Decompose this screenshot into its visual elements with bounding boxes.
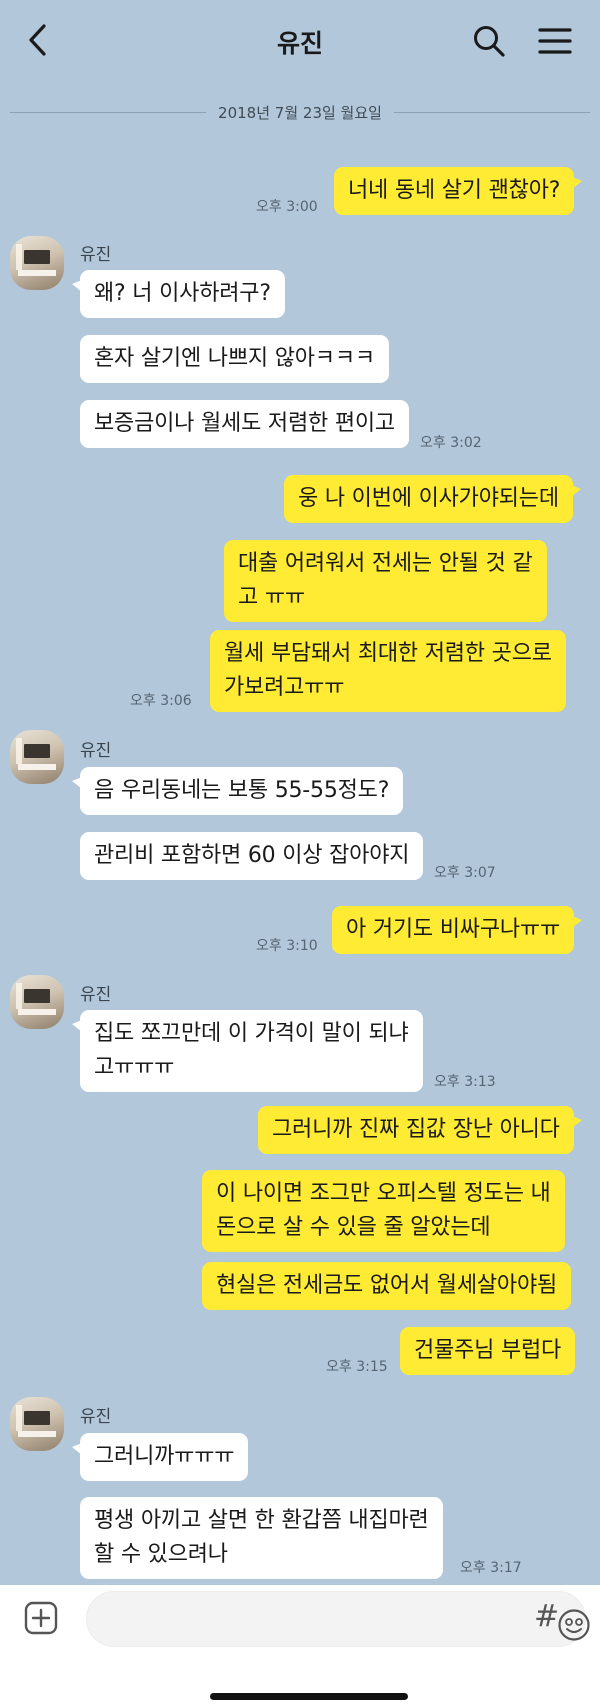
sender-name: 유진 [80, 985, 112, 1005]
message-time: 오후 3:17 [460, 1560, 522, 1576]
my-message-bubble[interactable]: 웅 나 이번에 이사가야되는데 [284, 475, 581, 523]
message-time: 오후 3:13 [434, 1074, 496, 1090]
hashtag-search-button[interactable]: # [534, 1599, 559, 1634]
avatar-photo-detail [16, 983, 22, 1009]
my-message-bubble[interactable]: 너네 동네 살기 괜찮아? [334, 167, 583, 215]
sender-name: 유진 [80, 245, 112, 265]
my-message-bubble[interactable]: 아 거기도 비싸구나ㅠㅠ [332, 906, 582, 954]
chat-header: 유진 [0, 0, 600, 80]
sender-name: 유진 [80, 741, 112, 761]
search-icon[interactable] [472, 24, 506, 58]
message-time: 오후 3:10 [256, 938, 318, 954]
avatar-photo-detail [18, 764, 56, 770]
date-divider-label: 2018년 7월 23일 월요일 [218, 103, 382, 122]
avatar-photo-detail [24, 1411, 50, 1425]
contact-avatar[interactable] [10, 236, 64, 290]
contact-avatar[interactable] [10, 730, 64, 784]
message-input-bar: # [0, 1585, 600, 1707]
avatar-photo-detail [24, 744, 50, 758]
their-message-bubble[interactable]: 음 우리동네는 보통 55-55정도? [71, 767, 404, 815]
avatar-photo-detail [24, 989, 50, 1003]
my-message-bubble[interactable]: 이 나이면 조그만 오피스텔 정도는 내 돈으로 살 수 있을 줄 알았는데 [202, 1170, 565, 1252]
their-message-bubble[interactable]: 평생 아끼고 살면 한 환갑쯤 내집마련 할 수 있으려나 [80, 1497, 443, 1579]
their-message-bubble[interactable]: 혼자 살기엔 나쁘지 않아ㅋㅋㅋ [80, 335, 389, 383]
home-indicator[interactable] [210, 1693, 408, 1700]
their-message-bubble[interactable]: 관리비 포함하면 60 이상 잡아야지 [80, 832, 424, 880]
message-time: 오후 3:15 [326, 1359, 388, 1375]
avatar-photo-detail [24, 250, 50, 264]
date-divider: 2018년 7월 23일 월요일 [10, 100, 591, 124]
avatar-photo-detail [18, 1009, 56, 1015]
contact-avatar[interactable] [10, 975, 64, 1029]
their-message-bubble[interactable]: 왜? 너 이사하려구? [72, 270, 285, 318]
message-time: 오후 3:02 [420, 435, 482, 451]
my-message-bubble[interactable]: 건물주님 부럽다 [400, 1327, 576, 1375]
my-message-bubble[interactable]: 월세 부담돼서 최대한 저렴한 곳으로 가보려고ㅠㅠ [210, 630, 566, 712]
message-input-field[interactable] [86, 1591, 590, 1647]
hamburger-menu-icon[interactable] [538, 26, 572, 56]
chat-title: 유진 [276, 29, 323, 58]
their-message-bubble[interactable]: 보증금이나 월세도 저렴한 편이고 [80, 400, 409, 448]
my-message-bubble[interactable]: 대출 어려워서 전세는 안될 것 같 고 ㅠㅠ [224, 540, 547, 622]
avatar-photo-detail [16, 244, 22, 270]
plus-square-icon[interactable] [24, 1601, 58, 1635]
avatar-photo-detail [18, 1431, 56, 1437]
sender-name: 유진 [80, 1407, 112, 1427]
message-time: 오후 3:07 [434, 865, 496, 881]
my-message-bubble[interactable]: 현실은 전세금도 없어서 월세살아야됨 [202, 1262, 572, 1310]
emoji-icon[interactable] [557, 1608, 591, 1642]
contact-avatar[interactable] [10, 1397, 64, 1451]
their-message-bubble[interactable]: 집도 쪼끄만데 이 가격이 말이 되냐 고ㅠㅠㅠ [72, 1010, 423, 1092]
divider-line [393, 111, 591, 113]
divider-line [10, 111, 207, 113]
avatar-photo-detail [18, 270, 56, 276]
my-message-bubble[interactable]: 그러니까 진짜 집값 장난 아니다 [258, 1106, 582, 1154]
their-message-bubble[interactable]: 그러니까ㅠㅠㅠ [71, 1433, 249, 1481]
avatar-photo-detail [16, 738, 22, 764]
avatar-photo-detail [16, 1405, 22, 1431]
message-time: 오후 3:00 [256, 199, 318, 215]
message-time: 오후 3:06 [130, 693, 192, 709]
